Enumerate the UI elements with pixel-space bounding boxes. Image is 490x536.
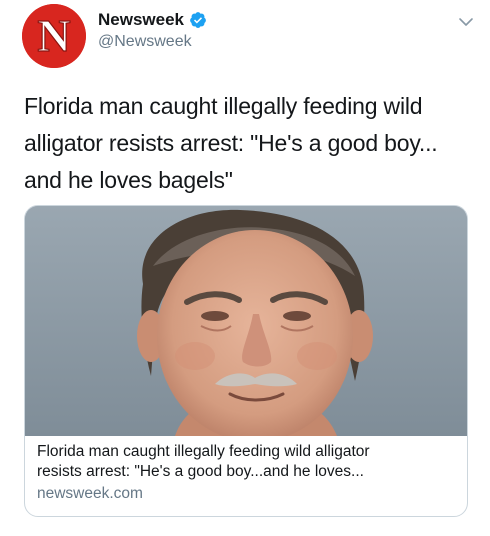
verified-badge-icon <box>190 12 206 28</box>
mugshot-photo-icon <box>25 206 467 436</box>
tweet-text-line: alligator resists arrest: "He's a good b… <box>24 130 438 156</box>
card-body[interactable]: Florida man caught illegally feeding wil… <box>37 442 457 505</box>
tweet-text: Florida man caught illegally feeding wil… <box>24 88 474 199</box>
chevron-down-icon[interactable] <box>456 12 476 32</box>
author-display-name-row[interactable]: Newsweek <box>98 10 207 30</box>
tweet-text-line: and he loves bagels" <box>24 167 233 193</box>
card-domain[interactable]: newsweek.com <box>37 483 457 505</box>
tweet-text-line: Florida man caught illegally feeding wil… <box>24 93 423 119</box>
author-display-name[interactable]: Newsweek <box>98 10 184 30</box>
author-handle[interactable]: @Newsweek <box>98 33 192 51</box>
card-image[interactable] <box>25 206 467 436</box>
card-title-line[interactable]: Florida man caught illegally feeding wil… <box>37 442 457 462</box>
author-avatar[interactable]: N <box>22 4 86 68</box>
card-title[interactable]: Florida man caught illegally feeding wil… <box>37 442 457 482</box>
newsweek-logo-icon: N <box>22 4 86 68</box>
card-title-line[interactable]: resists arrest: "He's a good boy...and h… <box>37 462 457 482</box>
link-preview-card[interactable]: Florida man caught illegally feeding wil… <box>24 205 468 517</box>
avatar-letter: N <box>37 10 70 61</box>
tweet[interactable]: N Newsweek @Newsweek Florida man caught … <box>0 0 490 536</box>
